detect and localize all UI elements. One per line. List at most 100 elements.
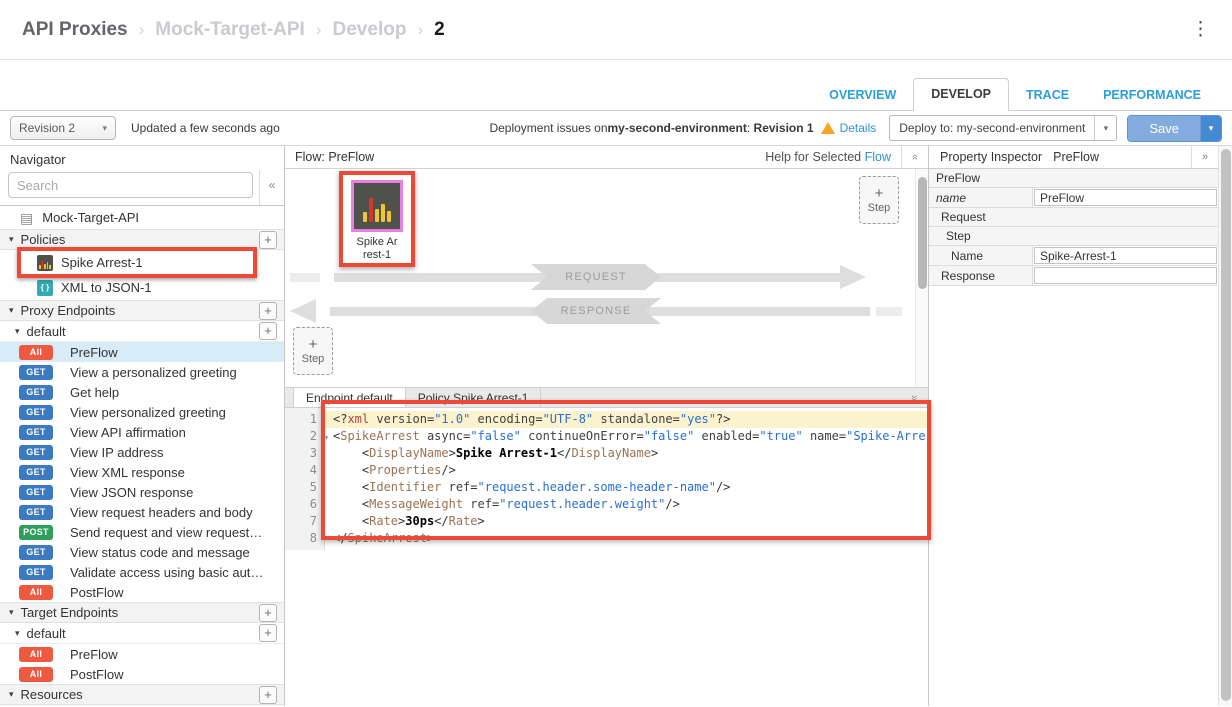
nav-row-xml-to-json-1[interactable]: { }XML to JSON-1 <box>0 275 284 300</box>
arrow-left-icon <box>290 299 316 323</box>
flow-help: Help for Selected Flow <box>765 150 891 164</box>
collapse-editor-icon[interactable]: » <box>900 388 928 407</box>
nav-row-view-ip-address[interactable]: GETView IP address <box>0 442 284 462</box>
nav-row-preflow[interactable]: AllPreFlow <box>0 644 284 664</box>
collapse-panel-icon[interactable]: « <box>259 170 284 205</box>
nav-row-view-api-affirmation[interactable]: GETView API affirmation <box>0 422 284 442</box>
tree-caret-icon[interactable]: ▾ <box>9 607 14 618</box>
expand-panel-icon[interactable]: » <box>1191 146 1218 168</box>
deployment-sep: : <box>747 121 750 135</box>
property-inspector-subtitle: PreFlow <box>1053 150 1099 164</box>
editor-tab-endpoint-default[interactable]: Endpoint default <box>293 388 406 407</box>
inspector-field-value[interactable] <box>1034 267 1217 284</box>
nav-row-mock-target-api[interactable]: ▤Mock-Target-API <box>0 206 284 229</box>
nav-row-label: View personalized greeting <box>70 405 226 420</box>
nav-row-view-json-response[interactable]: GETView JSON response <box>0 482 284 502</box>
tree-caret-icon[interactable]: ▾ <box>9 689 14 700</box>
tree-caret-icon[interactable]: ▾ <box>15 326 20 337</box>
nav-row-label: View API affirmation <box>70 425 186 440</box>
property-inspector-title: Property Inspector <box>940 150 1042 164</box>
add-button[interactable]: + <box>259 686 277 704</box>
add-button[interactable]: + <box>259 302 277 320</box>
details-link[interactable]: Details <box>840 121 877 135</box>
nav-row-view-request-headers-and-body[interactable]: GETView request headers and body <box>0 502 284 522</box>
editor-tab-policy-spike-arrest-1[interactable]: Policy Spike Arrest-1 <box>406 388 542 407</box>
nav-row-preflow[interactable]: AllPreFlow <box>0 342 284 362</box>
line-number: 5 <box>285 479 317 496</box>
nav-row-proxy-endpoints[interactable]: ▾Proxy Endpoints+ <box>0 300 284 321</box>
nav-row-target-endpoints[interactable]: ▾ Target Endpoints + <box>0 602 284 623</box>
revision-select[interactable]: Revision 2 ▾ <box>10 116 116 140</box>
add-button[interactable]: + <box>259 604 277 622</box>
save-split-button[interactable]: Save ▾ <box>1127 115 1222 142</box>
add-step-button-request[interactable]: + Step <box>859 176 899 224</box>
save-dropdown-caret[interactable]: ▾ <box>1200 116 1221 141</box>
breadcrumb-item[interactable]: Mock-Target-API <box>155 19 305 40</box>
spike-arrest-icon <box>37 255 53 271</box>
tab-trace[interactable]: TRACE <box>1009 80 1086 111</box>
nav-row-policies[interactable]: ▾Policies+ <box>0 229 284 250</box>
inspector-field-label: name <box>929 188 1033 207</box>
method-badge: All <box>19 667 53 682</box>
add-button[interactable]: + <box>259 322 277 340</box>
window-scrollbar-thumb[interactable] <box>1221 149 1231 701</box>
code-content[interactable]: <?xml version="1.0" encoding="UTF-8" sta… <box>325 408 928 550</box>
flow-scrollbar[interactable] <box>915 169 928 387</box>
method-badge: GET <box>19 465 53 480</box>
nav-row-view-personalized-greeting[interactable]: GET View personalized greeting <box>0 402 284 422</box>
code-editor[interactable]: 12▾345678 <?xml version="1.0" encoding="… <box>285 408 928 550</box>
deploy-to-select[interactable]: Deploy to: my-second-environment ▾ <box>889 115 1117 141</box>
flow-help-link[interactable]: Flow <box>865 150 891 164</box>
nav-row-get-help[interactable]: GETGet help <box>0 382 284 402</box>
updated-status: Updated a few seconds ago <box>131 121 280 135</box>
window-scrollbar[interactable] <box>1218 146 1232 706</box>
nav-row-default[interactable]: ▾default+ <box>0 321 284 342</box>
property-inspector-panel: Property Inspector PreFlow » PreFlowname… <box>929 146 1218 706</box>
search-input[interactable] <box>8 172 253 198</box>
line-number: 2▾ <box>285 428 317 445</box>
method-badge: All <box>19 345 53 360</box>
tree-caret-icon[interactable]: ▾ <box>9 234 14 245</box>
inspector-field-value[interactable]: Spike-Arrest-1 <box>1034 247 1217 264</box>
code-line: <MessageWeight ref="request.header.weigh… <box>333 496 928 513</box>
nav-row-view-a-personalized-greeting[interactable]: GETView a personalized greeting <box>0 362 284 382</box>
breadcrumb-item[interactable]: Develop <box>333 19 407 40</box>
line-number-gutter: 12▾345678 <box>285 408 325 550</box>
kebab-menu-icon[interactable]: ⋮ <box>1191 20 1210 39</box>
add-step-button-response[interactable]: + Step <box>293 327 333 375</box>
proxy-doc-icon: ▤ <box>20 211 33 225</box>
step-label: Step <box>302 353 325 365</box>
tree-caret-icon[interactable]: ▾ <box>9 305 14 316</box>
nav-row-postflow[interactable]: AllPostFlow <box>0 582 284 602</box>
add-button[interactable]: + <box>259 231 277 249</box>
inspector-group-preflow: PreFlow <box>929 169 1218 188</box>
nav-row-view-status-code-and-message[interactable]: GETView status code and message <box>0 542 284 562</box>
response-label: RESPONSE <box>531 298 661 324</box>
nav-row-label: Target Endpoints <box>21 605 119 620</box>
tree-caret-icon[interactable]: ▾ <box>15 628 20 639</box>
inspector-field-value[interactable]: PreFlow <box>1034 189 1217 206</box>
deployment-revision: Revision 1 <box>754 121 814 135</box>
breadcrumb-separator: › <box>139 20 145 39</box>
nav-row-validate-access-using-basic-aut-[interactable]: GETValidate access using basic aut… <box>0 562 284 582</box>
nav-row-spike-arrest-1[interactable]: Spike Arrest-1 <box>0 250 284 275</box>
nav-row-resources[interactable]: ▾Resources+ <box>0 684 284 705</box>
save-button[interactable]: Save <box>1128 116 1200 141</box>
collapse-flow-icon[interactable]: » <box>901 146 928 168</box>
fold-caret-icon[interactable]: ▾ <box>324 429 329 446</box>
spike-arrest-node-icon[interactable] <box>351 180 403 232</box>
code-line: <?xml version="1.0" encoding="UTF-8" sta… <box>325 411 928 428</box>
nav-row-postflow[interactable]: AllPostFlow <box>0 664 284 684</box>
method-badge: GET <box>19 405 53 420</box>
tab-performance[interactable]: PERFORMANCE <box>1086 80 1218 111</box>
method-badge: GET <box>19 545 53 560</box>
flow-scrollbar-thumb[interactable] <box>918 177 927 289</box>
add-button[interactable]: + <box>259 624 277 642</box>
nav-row-label: Send request and view request… <box>70 525 262 540</box>
nav-row-send-request-and-view-request-[interactable]: POSTSend request and view request… <box>0 522 284 542</box>
tab-develop[interactable]: DEVELOP <box>913 78 1009 111</box>
nav-row-view-xml-response[interactable]: GETView XML response <box>0 462 284 482</box>
nav-row-default[interactable]: ▾default+ <box>0 623 284 644</box>
tab-overview[interactable]: OVERVIEW <box>812 80 913 111</box>
breadcrumb-item[interactable]: API Proxies <box>22 19 128 40</box>
